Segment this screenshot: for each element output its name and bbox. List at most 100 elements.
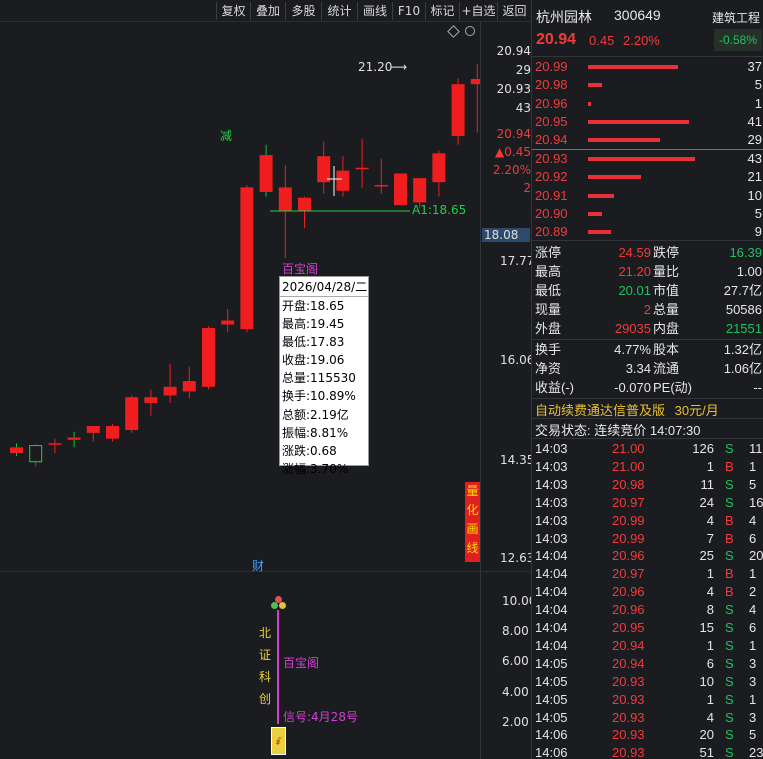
- tick-price: 20.97: [612, 494, 645, 510]
- tick-row: 14:03 20.97 24 S 16: [532, 494, 763, 512]
- stat-value: 1.32亿: [723, 342, 762, 357]
- stat-value: 21551: [725, 321, 762, 336]
- stat-label: 涨停: [535, 245, 562, 260]
- signal-date-label: 信号:4月28号: [283, 710, 358, 724]
- tick-time: 14:03: [535, 458, 568, 474]
- toolbar-button[interactable]: 返回: [497, 2, 531, 20]
- toolbar-button[interactable]: +自选: [459, 2, 497, 20]
- tick-row: 14:03 20.98 11 S 5: [532, 476, 763, 494]
- sector-name[interactable]: 建筑工程: [712, 9, 760, 26]
- candle[interactable]: [10, 443, 23, 456]
- candle[interactable]: [221, 308, 235, 333]
- price-axis-label: ▲0.45: [495, 145, 531, 159]
- tick-side: B: [725, 458, 734, 474]
- stat-row: 换手 4.77% 股本 1.32亿: [532, 341, 763, 359]
- tick-volume: 126: [692, 441, 714, 456]
- candle[interactable]: [298, 196, 311, 229]
- candle[interactable]: [451, 78, 465, 145]
- stat-value: 21.20: [618, 264, 651, 279]
- ask-level[interactable]: 20.95 41: [532, 113, 763, 131]
- level-price: 20.95: [535, 113, 568, 129]
- tick-row: 14:04 20.94 1 S 1: [532, 637, 763, 655]
- candle[interactable]: [106, 424, 119, 442]
- level-volume: 41: [747, 113, 762, 129]
- tick-price: 20.93: [612, 673, 645, 689]
- tick-row: 14:03 20.99 7 B 6: [532, 530, 763, 548]
- bid-level[interactable]: 20.93 43: [532, 150, 763, 168]
- tick-volume: 15: [699, 620, 714, 635]
- tick-volume: 1: [706, 566, 714, 582]
- tick-side: S: [725, 494, 734, 510]
- indicator-chart[interactable]: [0, 572, 480, 759]
- candle[interactable]: [86, 425, 100, 442]
- tick-row: 14:05 20.93 10 S 3: [532, 673, 763, 691]
- candle[interactable]: [182, 366, 196, 399]
- bid-level[interactable]: 20.90 5: [532, 205, 763, 223]
- candle[interactable]: [336, 156, 350, 197]
- tick-side: S: [725, 476, 734, 492]
- bid-level[interactable]: 20.92 21: [532, 168, 763, 186]
- tick-count: 16: [749, 494, 763, 510]
- candle[interactable]: [29, 444, 43, 467]
- candle-body: [144, 397, 158, 403]
- ask-level[interactable]: 20.98 5: [532, 76, 763, 94]
- candlestick-chart[interactable]: [0, 22, 480, 571]
- tick-count: 1: [749, 691, 757, 707]
- stat-value: 2: [643, 302, 651, 317]
- ask-level[interactable]: 20.96 1: [532, 95, 763, 113]
- candle[interactable]: [144, 389, 158, 416]
- tick-side: B: [725, 530, 734, 546]
- toolbar-button[interactable]: 多股: [285, 2, 321, 20]
- toolbar-button[interactable]: 叠加: [250, 2, 285, 20]
- candle[interactable]: [67, 431, 81, 448]
- candle[interactable]: [163, 363, 177, 403]
- candle[interactable]: [355, 138, 369, 188]
- price-axis-separator: [480, 22, 481, 759]
- vertical-char: 科: [258, 670, 271, 684]
- level-price: 20.96: [535, 95, 568, 111]
- candle[interactable]: [48, 438, 62, 454]
- tick-count: 1: [749, 637, 757, 653]
- candle[interactable]: [470, 64, 480, 133]
- level-volume-bar: [588, 193, 614, 198]
- bid-level[interactable]: 20.89 9: [532, 223, 763, 241]
- bid-level[interactable]: 20.91 10: [532, 187, 763, 205]
- toolbar-button[interactable]: 统计: [321, 2, 357, 20]
- toolbar-button[interactable]: 复权: [216, 2, 250, 20]
- candle[interactable]: [394, 173, 407, 206]
- level-volume: 5: [754, 77, 762, 93]
- candle[interactable]: [259, 144, 273, 197]
- tick-price: 20.99: [612, 512, 645, 528]
- candle[interactable]: [317, 141, 331, 194]
- toolbar-button[interactable]: F10: [392, 2, 425, 20]
- sector-change: -0.58%: [714, 29, 762, 51]
- tick-time: 14:03: [535, 476, 568, 492]
- candle[interactable]: [240, 185, 254, 333]
- stat-value: 1.00: [736, 264, 762, 279]
- quant-draw-tag[interactable]: 量 化 画 线: [465, 482, 480, 562]
- candle[interactable]: [202, 326, 215, 390]
- tick-volume: 7: [706, 530, 714, 546]
- tick-row: 14:04 20.95 15 S 6: [532, 619, 763, 637]
- circle-icon[interactable]: [465, 26, 475, 36]
- promo-banner[interactable]: 自动续费通达信普及版 30元/月: [535, 400, 719, 419]
- candle-body: [86, 425, 100, 433]
- candle-body: [298, 197, 311, 211]
- ask-level[interactable]: 20.94 29: [532, 131, 763, 149]
- candle[interactable]: [374, 159, 388, 194]
- ask-level[interactable]: 20.99 37: [532, 58, 763, 76]
- tick-count: 2: [749, 584, 757, 600]
- stat-label: 流通: [653, 361, 680, 376]
- quant-draw-char: 线: [466, 541, 479, 555]
- candle[interactable]: [432, 150, 446, 197]
- toolbar-button[interactable]: 画线: [357, 2, 392, 20]
- tick-volume: 8: [706, 602, 714, 618]
- tick-price: 20.98: [612, 476, 645, 492]
- tooltip-row: 涨幅:3.70%: [282, 461, 349, 476]
- candle[interactable]: [278, 164, 292, 259]
- tooltip-row: 振幅:8.81%: [282, 425, 349, 440]
- tooltip-date: 2026/04/28/二: [280, 277, 368, 297]
- tick-time: 14:05: [535, 691, 568, 707]
- candle[interactable]: [125, 395, 139, 433]
- toolbar-button[interactable]: 标记: [425, 2, 459, 20]
